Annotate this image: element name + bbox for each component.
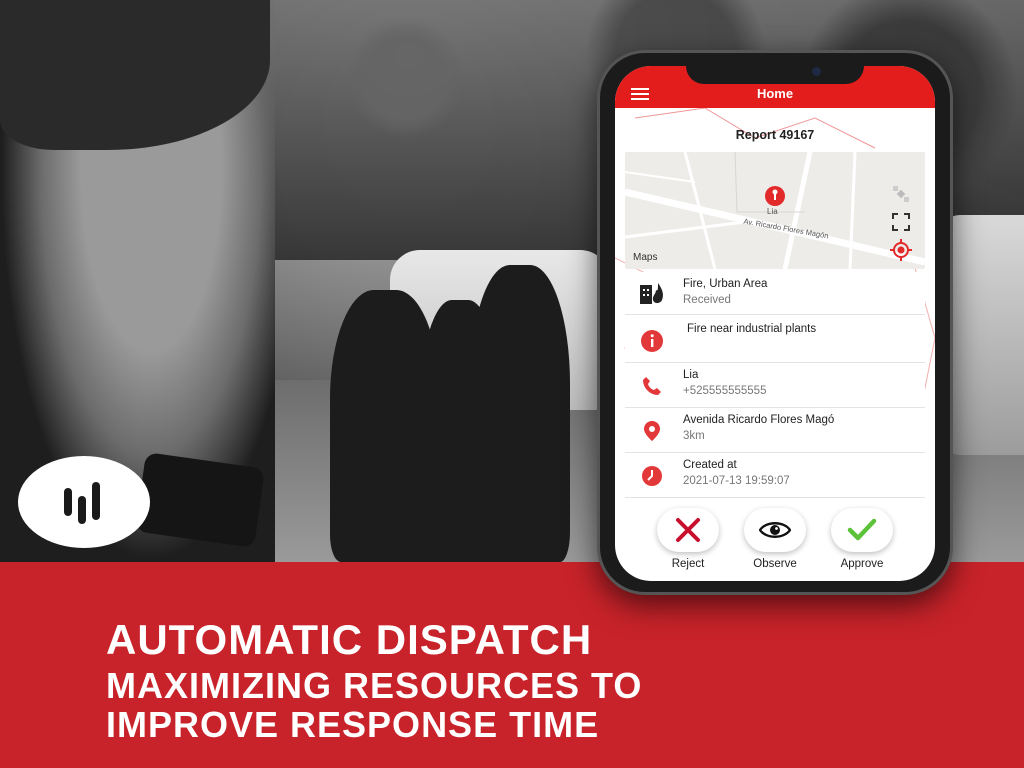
- reject-x-icon: [676, 518, 700, 542]
- action-bar: Reject Observe Approve: [615, 502, 935, 581]
- incident-description: Fire near industrial plants: [687, 323, 817, 335]
- expand-icon[interactable]: [889, 210, 913, 234]
- radio: [135, 452, 265, 548]
- incident-status: Received: [683, 294, 731, 306]
- incident-map[interactable]: Lia Av. Ricardo Flores Magón Maps: [625, 152, 925, 269]
- distance: 3km: [683, 430, 705, 442]
- created-row: Created at 2021-07-13 19:59:07: [625, 453, 925, 498]
- created-label: Created at: [683, 459, 737, 471]
- eye-icon: [759, 522, 791, 538]
- phone-icon: [639, 373, 665, 399]
- observe-button[interactable]: [744, 508, 806, 552]
- map-attribution: Maps: [633, 252, 658, 263]
- headline-line-1: AUTOMATIC DISPATCH: [106, 616, 593, 663]
- phone-screen: Home Report 49167 Lia Av. Ricardo Flores…: [615, 66, 935, 581]
- clock-icon: [639, 463, 665, 489]
- brand-logo: [18, 456, 150, 548]
- app-title: Home: [756, 86, 794, 101]
- headline-line-2: MAXIMIZING RESOURCES TO: [106, 665, 643, 706]
- contact-name: Lia: [683, 369, 699, 381]
- contact-row[interactable]: Lia +525555555555: [625, 363, 925, 408]
- locate-icon[interactable]: [889, 238, 913, 262]
- fire-building-icon: [639, 280, 665, 306]
- officer-figure: [470, 265, 570, 562]
- location-row[interactable]: Avenida Ricardo Flores Magó 3km: [625, 408, 925, 453]
- reject-button[interactable]: [657, 508, 719, 552]
- observe-label[interactable]: Observe: [735, 558, 815, 570]
- info-icon: [639, 328, 665, 354]
- phone-notch: [686, 62, 864, 84]
- location-icon: [639, 418, 665, 444]
- satellite-icon[interactable]: [889, 182, 913, 206]
- created-at: 2021-07-13 19:59:07: [683, 475, 790, 487]
- approve-label[interactable]: Approve: [822, 558, 902, 570]
- check-icon: [847, 518, 877, 541]
- contact-phone: +525555555555: [683, 385, 767, 397]
- address: Avenida Ricardo Flores Magó: [683, 414, 835, 426]
- headline-line-3: IMPROVE RESPONSE TIME: [106, 704, 600, 745]
- report-title: Report 49167: [735, 128, 815, 142]
- reject-label[interactable]: Reject: [648, 558, 728, 570]
- incident-type: Fire, Urban Area: [683, 278, 768, 290]
- map-pin-label: Lia: [767, 207, 778, 216]
- incident-description-row: Fire near industrial plants: [625, 315, 925, 363]
- incident-type-row: Fire, Urban Area Received: [625, 272, 925, 315]
- approve-button[interactable]: [831, 508, 893, 552]
